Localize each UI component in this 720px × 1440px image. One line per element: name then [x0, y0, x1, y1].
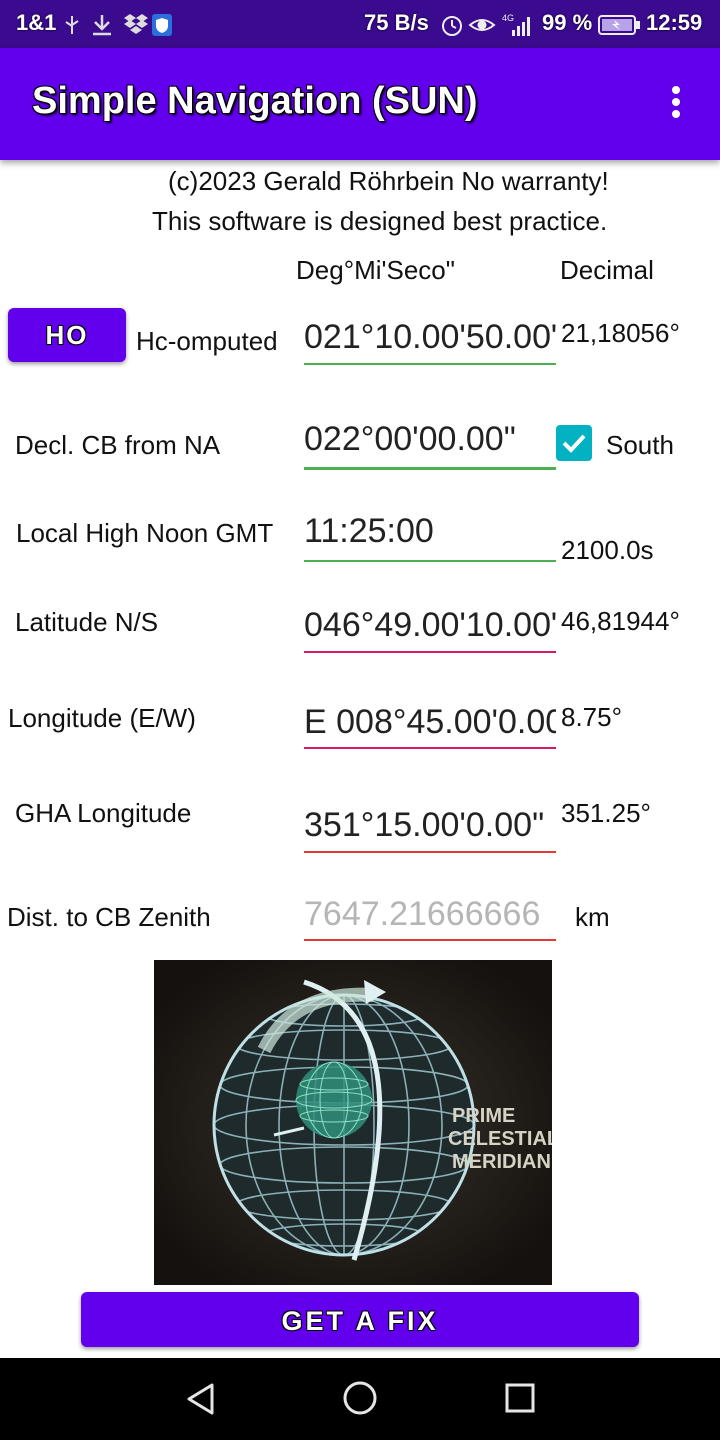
gha-input[interactable]: 351°15.00'0.00" [304, 806, 556, 845]
declination-input[interactable]: 022°00'00.00" [304, 420, 556, 459]
battery-icon [598, 15, 640, 35]
more-vert-icon[interactable] [660, 86, 692, 126]
ho-input[interactable]: 021°10.00'50.00" [304, 318, 556, 357]
navigation-bar [0, 1358, 720, 1440]
longitude-input-underline [304, 747, 556, 749]
noon-seconds: 2100.0s [561, 535, 654, 565]
alarm-icon [442, 16, 462, 36]
ho-button[interactable]: HO [8, 308, 126, 362]
noon-input[interactable]: 11:25:00 [304, 512, 556, 551]
distance-label: Dist. to CB Zenith [7, 902, 211, 932]
caption-line-3: MERIDIAN [452, 1151, 551, 1173]
distance-output-underline [304, 939, 556, 941]
declination-input-underline [304, 467, 556, 470]
app-bar: Simple Navigation (SUN) [0, 48, 720, 160]
noon-label: Local High Noon GMT [16, 518, 274, 548]
longitude-input[interactable]: E 008°45.00'0.00" [304, 703, 556, 742]
column-header-decimal: Decimal [560, 255, 654, 285]
carrier-label: 1&1 [16, 10, 57, 35]
status-icons-right: 4G [442, 13, 530, 36]
latitude-label: Latitude N/S [15, 607, 159, 637]
latitude-input-underline [304, 651, 556, 653]
status-bar: 1&1 75 B/s 4G 99 % 12:59 [0, 0, 720, 48]
gha-label: GHA Longitude [15, 798, 192, 828]
declination-label: Decl. CB from NA [15, 430, 221, 460]
check-icon [562, 434, 586, 453]
status-icons-left [65, 14, 172, 36]
column-header-dms: Deg°Mi'Seco" [296, 255, 455, 285]
latitude-input[interactable]: 046°49.00'10.00" [304, 606, 556, 645]
subtitle-text: This software is designed best practice. [152, 206, 608, 236]
clock-label: 12:59 [646, 10, 703, 35]
recents-icon[interactable] [504, 1382, 536, 1414]
caption-line-1: PRIME [452, 1105, 515, 1127]
noon-input-underline [304, 560, 556, 562]
signal-icon [512, 17, 530, 36]
shield-icon [152, 14, 172, 36]
download-icon [93, 15, 111, 36]
celestial-sphere-graphic: PRIME CELESTIAL MERIDIAN [154, 960, 552, 1285]
south-checkbox[interactable] [556, 425, 592, 461]
usb-icon [65, 16, 79, 34]
home-icon[interactable] [342, 1380, 378, 1416]
distance-unit: km [575, 902, 610, 932]
south-checkbox-label[interactable]: South [606, 430, 674, 461]
net-speed-label: 75 B/s [364, 10, 429, 35]
ho-decimal: 21,18056° [561, 318, 680, 348]
longitude-label: Longitude (E/W) [8, 703, 196, 733]
copyright-text: (c)2023 Gerald Röhrbein No warranty! [168, 166, 609, 196]
battery-label: 99 % [542, 10, 593, 35]
app-title: Simple Navigation (SUN) [32, 80, 478, 122]
latitude-decimal: 46,81944° [561, 606, 680, 636]
distance-output: 7647.21666666 [304, 895, 541, 933]
back-icon[interactable] [184, 1382, 218, 1416]
get-fix-button[interactable]: GET A FIX [81, 1292, 639, 1347]
ho-label: Hc-omputed [136, 326, 278, 356]
gha-decimal: 351.25° [561, 798, 651, 828]
network-type-label: 4G [502, 13, 514, 23]
gha-input-underline [304, 851, 556, 853]
longitude-decimal: 8.75° [561, 702, 623, 732]
ho-input-underline [304, 363, 556, 365]
eye-icon [468, 19, 496, 31]
caption-line-2: CELESTIAL [448, 1128, 552, 1150]
celestial-sphere-image: PRIME CELESTIAL MERIDIAN [154, 960, 552, 1285]
dropbox-icon [124, 14, 148, 34]
earth-globe [295, 1061, 373, 1139]
